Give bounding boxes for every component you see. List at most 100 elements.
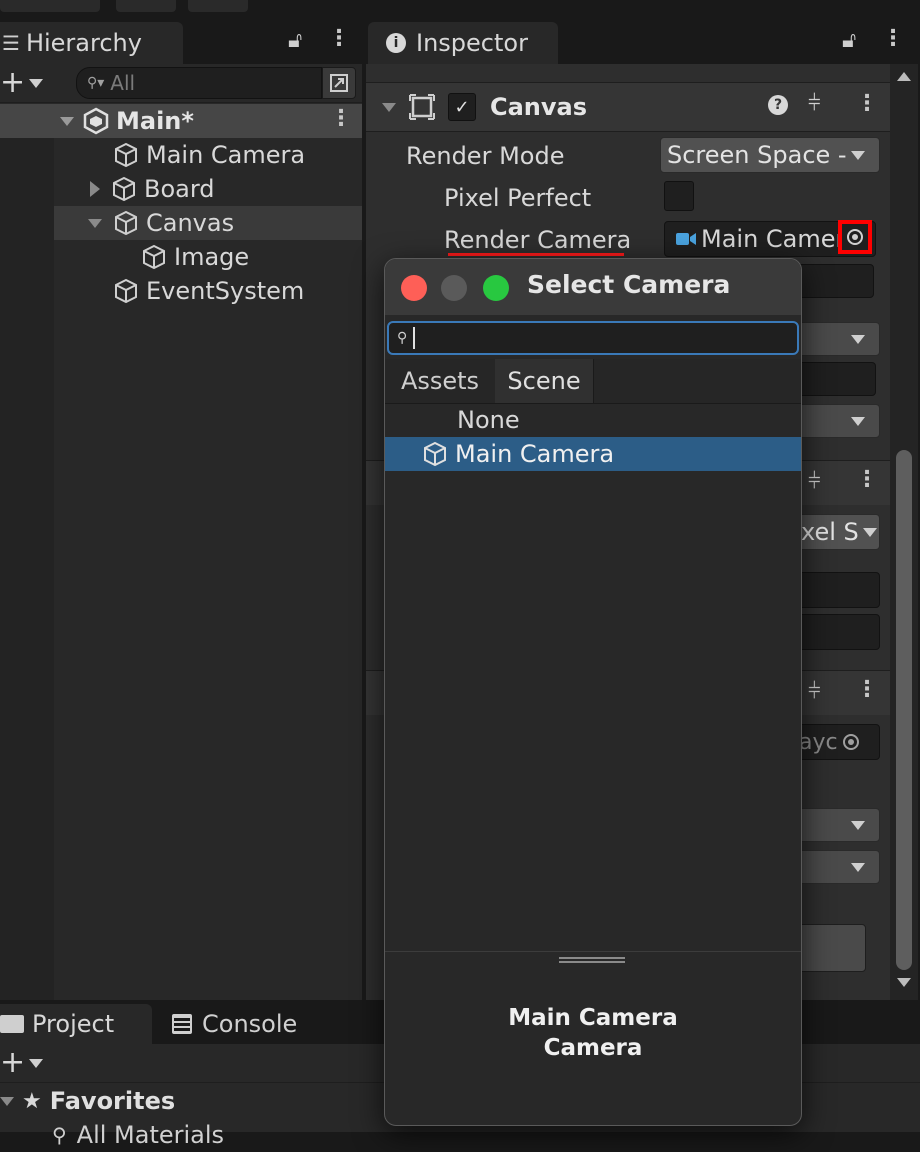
list-item-label: Main Camera (146, 141, 306, 169)
tab-scene[interactable]: Scene (495, 359, 594, 403)
chevron-down-icon (851, 416, 865, 426)
close-window-button[interactable] (401, 275, 427, 301)
gameobject-cube-icon (115, 210, 137, 236)
inspector-lock-icon[interactable]: 🔓︎ (842, 28, 856, 53)
console-tab-label: Console (202, 1010, 298, 1038)
pixel-perfect-checkbox[interactable] (664, 181, 694, 211)
dialog-titlebar[interactable]: Select Camera (385, 259, 801, 315)
search-icon: ⚲▾ (87, 75, 105, 91)
console-icon (172, 1014, 192, 1034)
tab-assets-label: Assets (400, 367, 480, 395)
render-camera-value: Main Camer (701, 225, 846, 253)
tab-assets[interactable]: Assets (385, 359, 496, 403)
project-add-button[interactable]: + (0, 1045, 44, 1080)
hidden-dropdown-3[interactable] (796, 808, 880, 842)
project-tab-label: Project (32, 1010, 115, 1038)
maximize-window-button[interactable] (483, 275, 509, 301)
favorites-foldout[interactable]: ★ Favorites (0, 1084, 175, 1118)
scene-row[interactable]: Main* ⋮ (0, 104, 362, 138)
selection-type: Camera (543, 1035, 643, 1061)
scroll-up-icon[interactable] (897, 72, 911, 81)
gameobject-cube-icon (115, 142, 137, 168)
list-item[interactable]: Main Camera (385, 437, 801, 471)
hierarchy-add-button[interactable]: + (0, 65, 44, 100)
list-item[interactable]: Image (54, 240, 362, 274)
canvas-component-header[interactable]: ✓ Canvas ? ⫩ ⋮ (366, 82, 890, 132)
presets-icon[interactable]: ⫩ (808, 469, 821, 494)
list-item[interactable]: Main Camera (54, 138, 362, 172)
scrollbar-thumb[interactable] (896, 450, 912, 970)
pixel-perfect-label: Pixel Perfect (444, 184, 592, 212)
inspector-tab-label: Inspector (416, 29, 528, 57)
search-icon: ⚲ (397, 330, 408, 346)
expand-arrow-icon[interactable] (90, 181, 100, 197)
tab-hierarchy[interactable]: ☰ Hierarchy (0, 22, 183, 64)
hidden-field-2[interactable] (796, 572, 880, 608)
list-item-label: None (457, 406, 520, 434)
list-item-label: Board (144, 175, 215, 203)
scene-menu-icon[interactable]: ⋮ (330, 106, 352, 131)
scroll-down-icon[interactable] (897, 978, 911, 987)
plus-icon: + (0, 65, 26, 100)
text-cursor (413, 327, 416, 349)
list-item[interactable]: Board (54, 172, 362, 206)
gameobject-cube-icon (115, 278, 137, 304)
unity-scene-icon (83, 107, 109, 135)
chevron-down-icon (850, 150, 865, 160)
tab-scene-label: Scene (507, 367, 581, 395)
plus-icon: + (0, 1045, 26, 1080)
select-camera-dialog: Select Camera ⚲ Assets Scene None Main C… (384, 258, 802, 1126)
render-mode-dropdown[interactable]: Screen Space - (660, 137, 880, 173)
target-picker-icon (847, 229, 863, 245)
tab-project[interactable]: Project (0, 1004, 152, 1044)
help-icon[interactable]: ? (768, 95, 788, 115)
enabled-checkbox[interactable]: ✓ (448, 93, 476, 121)
chevron-down-icon (851, 820, 865, 830)
presets-icon[interactable]: ⫩ (808, 679, 821, 704)
hierarchy-panel: + ⚲▾ All Main* ⋮ Main Camera Board Canva… (0, 64, 362, 1000)
hidden-dropdown-4[interactable] (796, 850, 880, 884)
list-item[interactable]: Canvas (54, 206, 362, 240)
collapse-arrow-icon[interactable] (88, 218, 102, 228)
scene-picker-button[interactable] (322, 67, 356, 99)
presets-icon[interactable]: ⫩ (808, 91, 821, 116)
all-materials-label: All Materials (76, 1121, 225, 1149)
target-picker-icon[interactable] (842, 733, 860, 751)
chevron-down-icon (29, 78, 44, 88)
hierarchy-lock-icon[interactable]: 🔓︎ (288, 28, 302, 53)
star-icon: ★ (22, 1088, 42, 1114)
list-item[interactable]: EventSystem (54, 274, 362, 308)
component-menu-icon[interactable]: ⋮ (856, 467, 878, 492)
foldout-arrow-icon[interactable] (382, 102, 396, 112)
hidden-field-3[interactable] (796, 614, 880, 650)
tab-inspector[interactable]: i Inspector (368, 22, 558, 64)
folder-icon (0, 1015, 24, 1033)
tab-console[interactable]: Console (172, 1004, 297, 1044)
info-icon: i (386, 33, 406, 53)
list-item-label: Main Camera (455, 440, 615, 468)
list-icon: ☰ (2, 31, 20, 55)
chevron-down-icon (851, 862, 865, 872)
hierarchy-menu-icon[interactable]: ⋮ (328, 26, 350, 51)
gameobject-cube-icon (424, 441, 446, 467)
expand-arrow-icon[interactable] (60, 116, 74, 126)
scale-mode-dropdown[interactable]: xel S (796, 514, 880, 550)
component-menu-icon[interactable]: ⋮ (856, 91, 878, 116)
dialog-search-input[interactable]: ⚲ (387, 321, 799, 355)
object-picker-button[interactable] (838, 220, 872, 254)
all-materials-item[interactable]: ⚲ All Materials (52, 1118, 224, 1152)
component-menu-icon[interactable]: ⋮ (856, 677, 878, 702)
chevron-down-icon (862, 527, 877, 537)
window-pick-icon (330, 74, 348, 92)
render-mode-label: Render Mode (406, 142, 565, 170)
hierarchy-search-input[interactable]: ⚲▾ All (76, 67, 322, 99)
render-camera-underline (448, 253, 624, 256)
raycaster-script-field[interactable]: ayc (796, 724, 880, 760)
inspector-scrollbar[interactable] (890, 64, 918, 1000)
minimize-window-button[interactable] (441, 275, 467, 301)
preview-resize-handle[interactable] (385, 951, 801, 963)
inspector-menu-icon[interactable]: ⋮ (882, 26, 904, 51)
list-item[interactable]: None (385, 403, 801, 437)
list-item-label: Image (174, 243, 250, 271)
expand-arrow-icon[interactable] (0, 1096, 14, 1106)
